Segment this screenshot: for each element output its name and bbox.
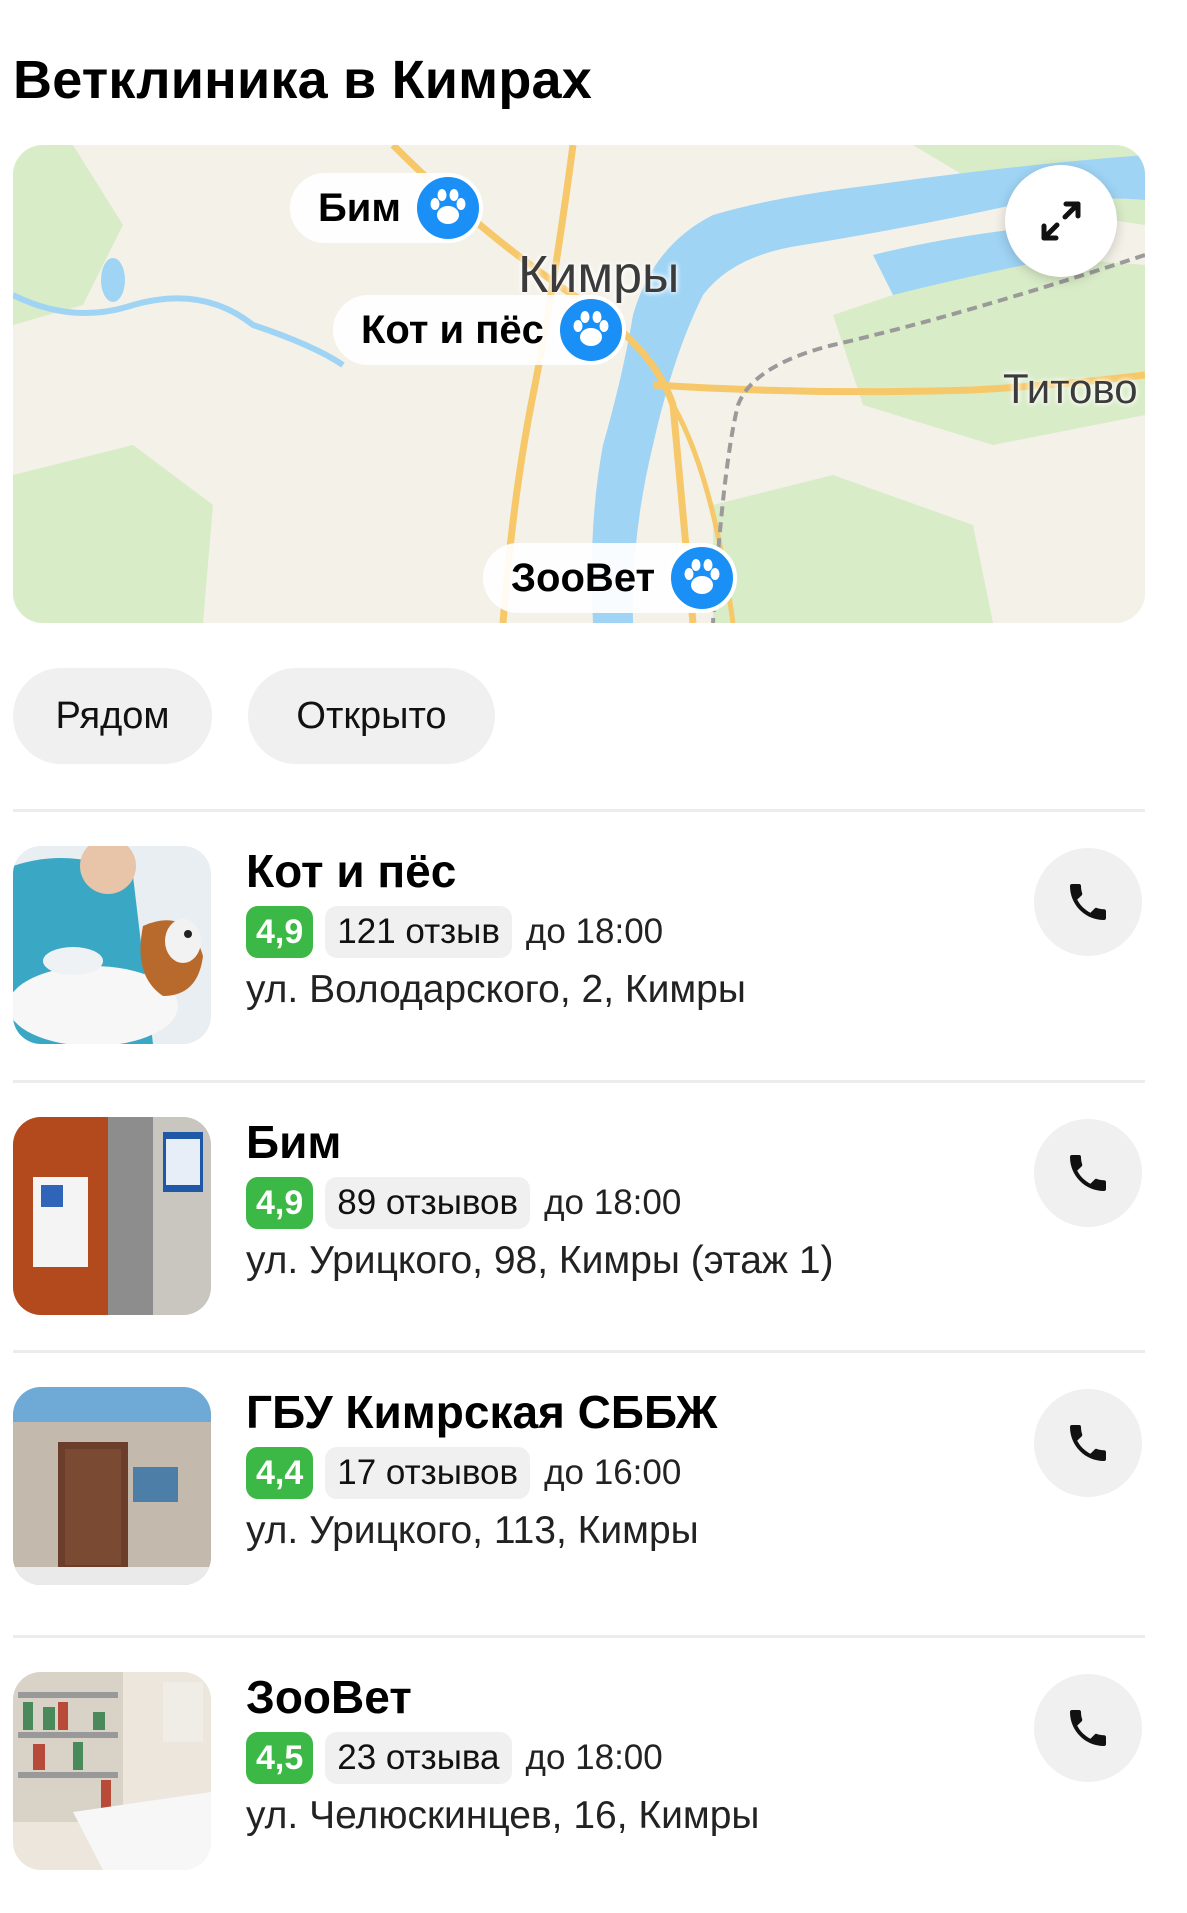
map-town-label: Титово (1003, 365, 1138, 412)
divider (13, 1635, 1145, 1638)
clinic-meta: 4,9 89 отзывов до 18:00 (246, 1177, 681, 1229)
paw-icon (412, 173, 483, 243)
call-button[interactable] (1034, 1674, 1142, 1782)
divider (13, 1350, 1145, 1353)
result-item[interactable]: Бим 4,9 89 отзывов до 18:00 ул. Урицкого… (0, 1115, 1187, 1317)
expand-arrows-icon (1041, 201, 1081, 241)
result-item[interactable]: ЗооВет 4,5 23 отзыва до 18:00 ул. Челюск… (0, 1670, 1187, 1872)
clinic-address: ул. Челюскинцев, 16, Кимры (246, 1794, 760, 1837)
clinic-meta: 4,9 121 отзыв до 18:00 (246, 906, 663, 958)
call-button[interactable] (1034, 1389, 1142, 1497)
rating-badge: 4,9 (246, 1177, 314, 1229)
phone-icon (1070, 1155, 1106, 1191)
map-pin-bim[interactable]: Бим (290, 173, 483, 243)
paw-icon (555, 295, 626, 365)
reviews-count[interactable]: 121 отзыв (325, 906, 512, 958)
paw-icon (667, 543, 738, 613)
reviews-count[interactable]: 17 отзывов (325, 1447, 531, 1499)
clinic-photo (13, 1672, 211, 1870)
map-pin-kot-i-pes[interactable]: Кот и пёс (333, 295, 626, 365)
opening-hours: до 18:00 (525, 1738, 663, 1777)
opening-hours: до 18:00 (525, 912, 664, 951)
clinic-address: ул. Володарского, 2, Кимры (246, 968, 746, 1011)
clinic-name[interactable]: ЗооВет (246, 1670, 412, 1724)
call-button[interactable] (1034, 848, 1142, 956)
opening-hours: до 16:00 (544, 1453, 682, 1492)
page-title: Ветклиника в Кимрах (13, 50, 592, 110)
rating-badge: 4,4 (246, 1447, 314, 1499)
clinic-photo (13, 1387, 211, 1585)
map-expand-button[interactable] (1005, 165, 1117, 277)
map-pin-zoovet[interactable]: ЗооВет (483, 543, 738, 613)
divider (13, 1080, 1145, 1083)
reviews-count[interactable]: 89 отзывов (325, 1177, 531, 1229)
clinic-address: ул. Урицкого, 113, Кимры (246, 1509, 699, 1552)
clinic-meta: 4,5 23 отзыва до 18:00 (246, 1732, 663, 1784)
clinic-name[interactable]: Кот и пёс (246, 844, 456, 898)
clinic-photo (13, 846, 211, 1044)
filter-chip-nearby[interactable]: Рядом (13, 668, 212, 764)
rating-badge: 4,5 (246, 1732, 314, 1784)
clinic-address: ул. Урицкого, 98, Кимры (этаж 1) (246, 1239, 834, 1282)
opening-hours: до 18:00 (544, 1183, 682, 1222)
result-item[interactable]: Кот и пёс 4,9 121 отзыв до 18:00 ул. Вол… (0, 844, 1187, 1046)
clinic-photo (13, 1117, 211, 1315)
divider (13, 809, 1145, 812)
filter-chip-open[interactable]: Открыто (248, 668, 495, 764)
clinic-name[interactable]: ГБУ Кимрская СББЖ (246, 1385, 717, 1439)
phone-icon (1070, 884, 1106, 920)
phone-icon (1070, 1425, 1106, 1461)
map[interactable]: Кимры Титово Бим Кот и пёс ЗооВет (13, 145, 1145, 623)
reviews-count[interactable]: 23 отзыва (325, 1732, 512, 1784)
result-item[interactable]: ГБУ Кимрская СББЖ 4,4 17 отзывов до 16:0… (0, 1385, 1187, 1587)
call-button[interactable] (1034, 1119, 1142, 1227)
clinic-meta: 4,4 17 отзывов до 16:00 (246, 1447, 681, 1499)
clinic-name[interactable]: Бим (246, 1115, 341, 1169)
rating-badge: 4,9 (246, 906, 314, 958)
phone-icon (1070, 1710, 1106, 1746)
